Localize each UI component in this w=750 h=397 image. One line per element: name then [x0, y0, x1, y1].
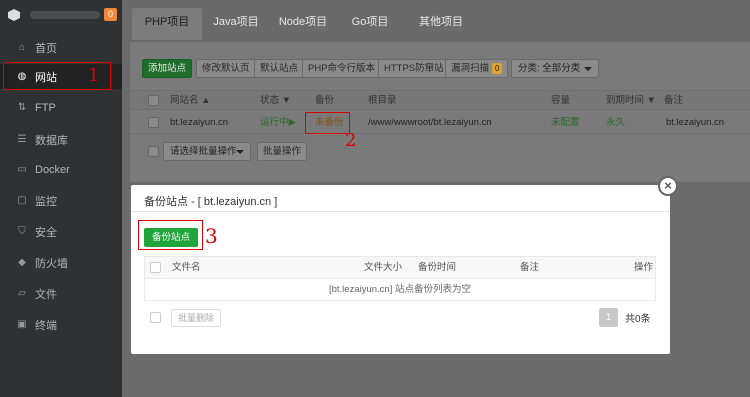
chevron-down-icon: [584, 67, 592, 71]
status-toggle[interactable]: 运行中▶: [260, 112, 296, 134]
select-all-checkbox[interactable]: [148, 95, 159, 106]
default-site-button[interactable]: 默认站点: [254, 59, 305, 78]
vuln-scan-button[interactable]: 漏洞扫描 0: [445, 59, 509, 78]
sidebar-item-label: 数据库: [35, 134, 68, 147]
note-value[interactable]: bt.lezaiyun.cn: [666, 112, 724, 134]
col-expire[interactable]: 到期时间 ▼: [606, 91, 656, 111]
col-capacity: 容量: [551, 95, 571, 106]
category-select[interactable]: 分类: 全部分类: [511, 59, 599, 78]
col-status-label: 状态: [260, 95, 280, 106]
bulk-operation-button[interactable]: 批量操作: [257, 142, 308, 161]
notification-badge[interactable]: 0: [104, 8, 117, 21]
sidebar-item-label: FTP: [35, 101, 56, 114]
col-backup-time: 备份时间: [418, 262, 457, 273]
bulk-checkbox[interactable]: [148, 146, 159, 157]
annotation-3: 3: [205, 224, 218, 248]
sidebar-item-files[interactable]: ▱ 文件: [0, 281, 122, 306]
pagination-page[interactable]: 1: [599, 308, 618, 327]
col-backup: 备份: [315, 95, 335, 106]
annotation-1: 1: [88, 65, 100, 86]
vuln-count-badge: 0: [492, 63, 503, 74]
sidebar-item-ftp[interactable]: ⇅ FTP: [0, 95, 122, 120]
sidebar-item-label: 防火墙: [35, 257, 68, 270]
shield-icon: ⛉: [18, 226, 26, 237]
backup-table-header: 文件名 文件大小 备份时间 备注 操作: [145, 257, 655, 279]
expire-link[interactable]: 永久: [606, 112, 625, 134]
sidebar-item-docker[interactable]: ▭ Docker: [0, 157, 122, 182]
add-site-button[interactable]: 添加站点: [142, 59, 193, 78]
category-select-value: 分类: 全部分类: [518, 63, 581, 74]
chevron-down-icon: [236, 150, 244, 154]
docker-icon: ▭: [17, 164, 27, 175]
vuln-scan-label: 漏洞扫描: [451, 63, 490, 74]
bulk-delete-button[interactable]: 批量删除: [171, 309, 222, 327]
sidebar-item-security[interactable]: ⛉ 安全: [0, 219, 122, 244]
tab-other[interactable]: 其他项目: [410, 8, 472, 40]
col-action: 操作: [634, 262, 654, 273]
firewall-icon: ◆: [18, 257, 26, 268]
sidebar-item-label: 安全: [35, 226, 57, 239]
sidebar-item-label: 文件: [35, 288, 57, 301]
col-site-name[interactable]: 网站名 ▲: [170, 91, 211, 111]
tab-node[interactable]: Node项目: [272, 8, 334, 40]
project-tabs: PHP项目 Java项目 Node项目 Go项目 其他项目: [122, 0, 750, 42]
sidebar-item-terminal[interactable]: ▣ 终端: [0, 312, 122, 337]
bulk-action-select-value: 请选择批量操作: [170, 146, 237, 157]
empty-message: [bt.lezaiyun.cn] 站点备份列表为空: [328, 284, 471, 295]
sidebar: 0 ⌂ 首页 ◍ 网站 ⇅ FTP ☰ 数据库 ▭ Docker ▢ 监控 ⛉ …: [0, 0, 122, 397]
sidebar-item-label: 监控: [35, 195, 57, 208]
tab-go[interactable]: Go项目: [344, 8, 396, 40]
database-icon: ☰: [17, 134, 27, 145]
col-status[interactable]: 状态 ▼: [260, 91, 291, 111]
sidebar-header: 0: [0, 0, 122, 30]
annotation-2: 2: [345, 130, 357, 151]
php-cli-button[interactable]: PHP命令行版本: [302, 59, 382, 78]
https-firewall-button[interactable]: HTTPS防窜站: [378, 59, 450, 78]
default-page-button[interactable]: 修改默认页: [196, 59, 256, 78]
close-icon[interactable]: ×: [658, 176, 678, 196]
sidebar-item-database[interactable]: ☰ 数据库: [0, 127, 122, 152]
sidebar-item-label: 首页: [35, 42, 57, 55]
folder-icon: ▱: [18, 288, 26, 299]
hostname-placeholder: [30, 11, 100, 19]
annotation-box-2: [305, 112, 350, 134]
site-name-link[interactable]: bt.lezaiyun.cn: [170, 112, 228, 134]
monitor-icon: ▢: [17, 195, 27, 206]
dialog-title: 备份站点 - [ bt.lezaiyun.cn ]: [144, 196, 278, 208]
bulk-action-select[interactable]: 请选择批量操作: [163, 142, 251, 161]
col-note: 备注: [520, 262, 540, 273]
col-note: 备注: [664, 95, 684, 106]
annotation-box-3: [138, 220, 203, 250]
site-panel: 添加站点 修改默认页 默认站点 PHP命令行版本 HTTPS防窜站 漏洞扫描 0 …: [130, 42, 750, 182]
sidebar-item-home[interactable]: ⌂ 首页: [0, 35, 122, 60]
pagination-total: 共0条: [625, 314, 651, 325]
tab-java[interactable]: Java项目: [208, 8, 264, 40]
dialog-divider: [131, 211, 670, 212]
row-checkbox[interactable]: [148, 117, 159, 128]
sidebar-item-label: 终端: [35, 319, 57, 332]
sidebar-item-label: Docker: [35, 163, 70, 176]
select-all-backups-checkbox[interactable]: [150, 262, 161, 273]
backup-dialog: 备份站点 - [ bt.lezaiyun.cn ] 备份站点 文件名 文件大小 …: [131, 185, 670, 354]
tab-php[interactable]: PHP项目: [132, 8, 202, 40]
col-filesize: 文件大小: [364, 262, 403, 273]
sidebar-item-firewall[interactable]: ◆ 防火墙: [0, 250, 122, 275]
bulk-select-checkbox[interactable]: [150, 312, 161, 323]
table-row: bt.lezaiyun.cn 运行中▶ 未备份 /www/wwwroot/bt.…: [130, 112, 750, 134]
backup-table: 文件名 文件大小 备份时间 备注 操作 [bt.lezaiyun.cn] 站点备…: [144, 256, 656, 301]
col-filename: 文件名: [172, 262, 201, 273]
terminal-icon: ▣: [17, 319, 27, 330]
capacity-link[interactable]: 未配置: [551, 112, 580, 134]
col-root: 根目录: [368, 95, 397, 106]
col-site-name-label: 网站名: [170, 95, 199, 106]
home-icon: ⌂: [18, 42, 26, 53]
sidebar-item-monitor[interactable]: ▢ 监控: [0, 188, 122, 213]
ftp-icon: ⇅: [17, 102, 27, 113]
root-path-link[interactable]: /www/wwwroot/bt.lezaiyun.cn: [368, 112, 492, 134]
site-table-header: 网站名 ▲ 状态 ▼ 备份 根目录 容量 到期时间 ▼ 备注: [130, 90, 750, 110]
col-expire-label: 到期时间: [606, 95, 645, 106]
logo-icon: [8, 9, 20, 21]
